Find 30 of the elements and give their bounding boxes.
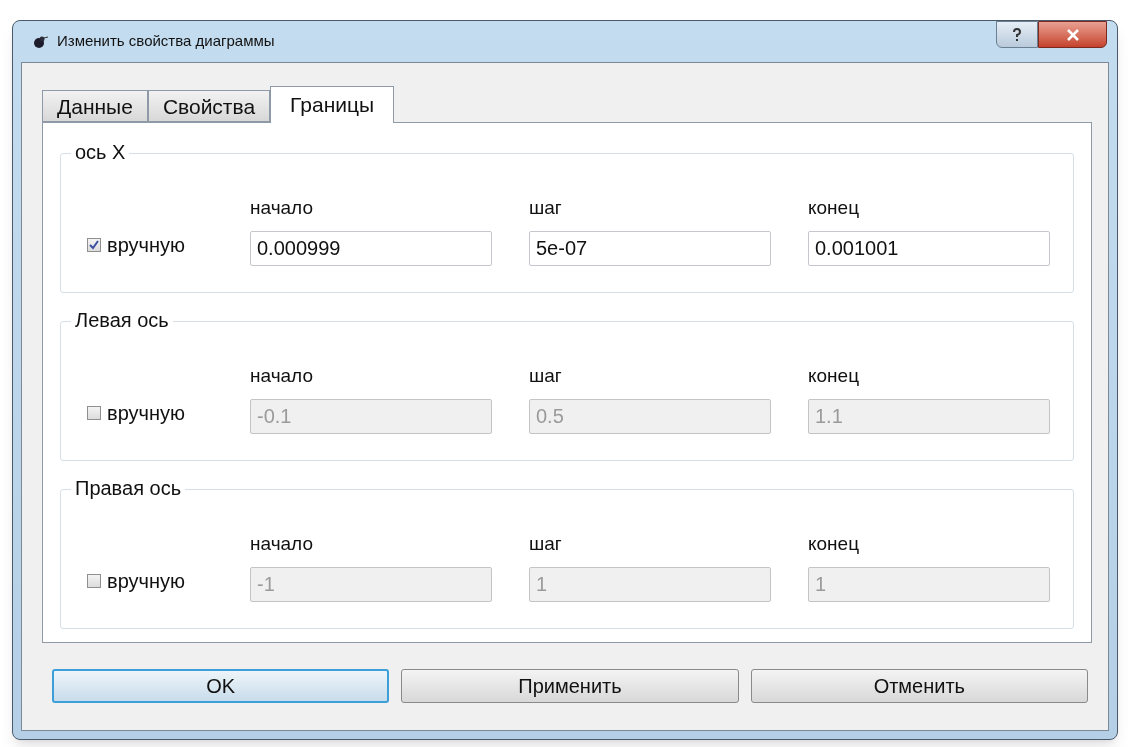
checkbox-label: вручную: [107, 568, 185, 594]
checkbox[interactable]: [87, 405, 101, 420]
field-label: начало: [250, 364, 314, 388]
tab[interactable]: Данные: [42, 90, 148, 122]
help-button[interactable]: [996, 21, 1038, 48]
field-label: конец: [808, 532, 861, 556]
field-label: конец: [808, 364, 861, 388]
field-label: шаг: [529, 196, 563, 220]
tab[interactable]: Свойства: [147, 90, 271, 122]
checkbox-label: вручную: [107, 232, 185, 258]
field-label: начало: [250, 532, 314, 556]
help-icon: [1012, 27, 1022, 42]
input-field[interactable]: 5e-07: [529, 230, 771, 266]
field-label: шаг: [529, 364, 563, 388]
tab[interactable]: Границы: [270, 86, 395, 123]
checkbox[interactable]: [87, 237, 101, 252]
field-label: конец: [808, 196, 861, 220]
field-label: шаг: [529, 532, 563, 556]
close-icon: [1065, 28, 1080, 41]
dialog-button[interactable]: Отменить: [750, 669, 1088, 703]
input-field[interactable]: 0.000999: [250, 230, 492, 266]
checkbox[interactable]: [87, 573, 101, 588]
checkbox-label: вручную: [107, 400, 185, 426]
input-field[interactable]: 0.001001: [808, 230, 1050, 266]
window-title: Изменить свойства диаграммы: [57, 31, 275, 52]
dialog-button[interactable]: Применить: [401, 669, 739, 703]
check-icon: [89, 239, 99, 250]
field-label: начало: [250, 196, 314, 220]
close-button[interactable]: [1038, 21, 1107, 48]
dialog-button[interactable]: OK: [52, 669, 390, 703]
